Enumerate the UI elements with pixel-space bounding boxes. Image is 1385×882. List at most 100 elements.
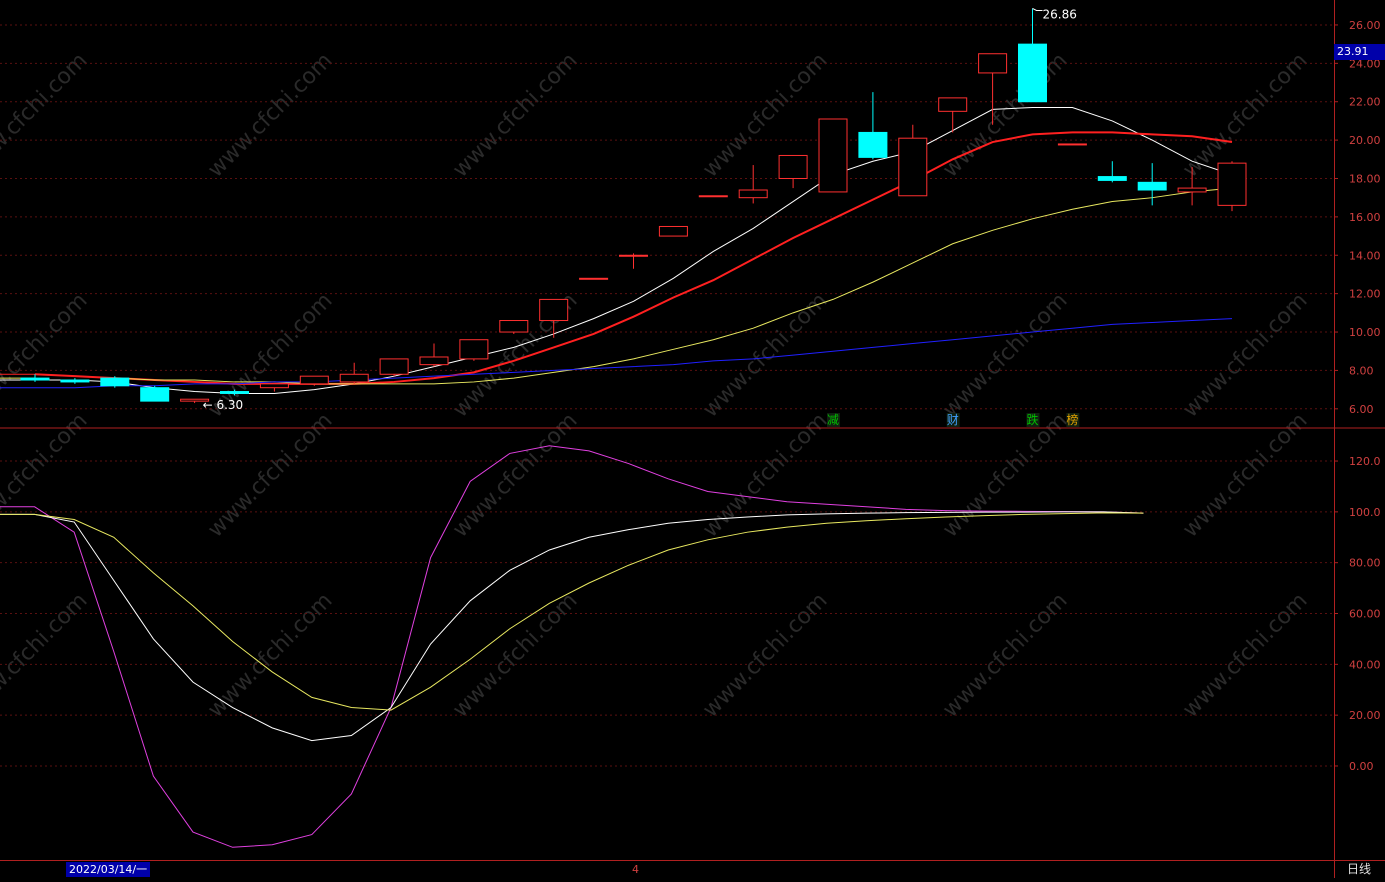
price-tick-label: 10.00 [1349, 326, 1381, 339]
price-tick-label: 16.00 [1349, 211, 1381, 224]
candle [898, 124, 928, 197]
candle [818, 118, 848, 193]
watermark-text: www.cfchi.com [203, 48, 337, 182]
candle-body [738, 189, 768, 199]
event-marker: 榜 [1066, 412, 1078, 427]
watermark-text: www.cfchi.com [938, 288, 1072, 422]
low-price-label: ← 6.30 [203, 398, 244, 412]
watermark-text: www.cfchi.com [698, 48, 832, 182]
candle-body [220, 391, 249, 394]
oscillator-tick-label: 100.0 [1349, 506, 1381, 519]
candle-body [938, 97, 968, 112]
candle-body [818, 118, 848, 193]
candle-body [140, 387, 170, 402]
high-marker [1032, 7, 1043, 11]
candle-body [658, 225, 688, 237]
candle [60, 378, 90, 384]
event-marker: 跌 [1026, 412, 1038, 427]
grid-layer [0, 24, 1334, 767]
oscillator-tick-label: 40.00 [1349, 658, 1381, 671]
moving-average-layer [0, 106, 1233, 394]
candle-body [978, 53, 1008, 74]
watermark-text: www.cfchi.com [698, 588, 832, 722]
candle [299, 375, 329, 386]
watermark-text: www.cfchi.com [0, 288, 93, 422]
event-marker: 财 [947, 413, 959, 427]
candle-body [499, 320, 529, 333]
candle [259, 383, 289, 392]
candle-body [619, 254, 648, 257]
cursor-marker-label: 4 [632, 863, 639, 876]
candle [698, 195, 728, 198]
price-tick-label: 22.00 [1349, 96, 1381, 109]
watermark-text: www.cfchi.com [1178, 48, 1312, 182]
candle [658, 225, 688, 237]
watermark-text: www.cfchi.com [0, 588, 93, 722]
candle-body [539, 298, 569, 322]
candle [938, 97, 968, 133]
watermark-text: www.cfchi.com [448, 48, 582, 182]
watermark-layer: www.cfchi.com www.cfchi.com www.cfchi.com w… [0, 48, 1313, 722]
price-tick-label: 20.00 [1349, 134, 1381, 147]
price-tick-label: 26.00 [1349, 19, 1381, 32]
candle-body [20, 377, 50, 381]
candle [1018, 8, 1047, 103]
candle-body [1018, 43, 1047, 103]
price-tick-label: 12.00 [1349, 288, 1381, 301]
watermark-text: www.cfchi.com [1178, 588, 1312, 722]
price-tick-label: 6.00 [1349, 403, 1374, 416]
price-tick-label: 8.00 [1349, 364, 1374, 377]
chart-canvas: www.cfchi.com www.cfchi.com www.cfchi.com w… [0, 0, 1385, 878]
moving-average-line [35, 106, 1233, 394]
oscillator-tick-label: 20.00 [1349, 709, 1381, 722]
oscillator-tick-label: 120.0 [1349, 455, 1381, 468]
candle-body [1137, 181, 1167, 191]
candle-body [898, 137, 928, 197]
price-tick-label: 14.00 [1349, 249, 1381, 262]
candle-body [459, 339, 489, 360]
watermark-text: www.cfchi.com [0, 48, 93, 182]
candle-body [1177, 187, 1207, 193]
moving-average-line [35, 318, 1233, 389]
candle [339, 362, 369, 384]
candle [1217, 161, 1247, 212]
candle [140, 385, 170, 402]
candle [379, 358, 409, 377]
current-price-tag: 23.91 [1334, 44, 1385, 60]
watermark-text: www.cfchi.com [938, 588, 1072, 722]
candle [738, 165, 768, 204]
candle-body [858, 131, 888, 158]
candle [100, 376, 130, 388]
candle-body [379, 358, 409, 375]
watermark-text: www.cfchi.com [1178, 288, 1312, 422]
candle-body [698, 195, 728, 198]
watermark-text: www.cfchi.com [448, 588, 582, 722]
candle-body [299, 375, 329, 385]
high-price-label: 26.86 [1043, 7, 1077, 21]
watermark-text: www.cfchi.com [698, 288, 832, 422]
price-tick-label: 18.00 [1349, 172, 1381, 185]
candle [419, 343, 449, 367]
period-mode-label[interactable]: 日线 [1347, 862, 1371, 877]
candle [1057, 143, 1087, 146]
candle-body [100, 377, 130, 387]
oscillator-tick-label: 80.00 [1349, 557, 1381, 570]
candle-body [259, 383, 289, 389]
oscillator-tick-label: 0.00 [1349, 760, 1374, 773]
candle-body [339, 373, 369, 383]
axis-layer: 26.0024.0022.0020.0018.0016.0014.0012.00… [0, 0, 1385, 878]
candle [1097, 161, 1127, 183]
candle [459, 339, 489, 361]
stock-chart: www.cfchi.com www.cfchi.com www.cfchi.com w… [0, 0, 1385, 878]
watermark-text: www.cfchi.com [203, 588, 337, 722]
candle-body [1097, 176, 1127, 181]
event-marker: 减 [827, 413, 839, 427]
candle-body [1217, 162, 1247, 206]
candle-body [419, 356, 449, 366]
candle-body [579, 277, 609, 280]
candle [778, 154, 808, 189]
candle-body [60, 379, 90, 383]
candle [619, 253, 648, 269]
candle [499, 320, 529, 334]
candle [579, 277, 609, 280]
